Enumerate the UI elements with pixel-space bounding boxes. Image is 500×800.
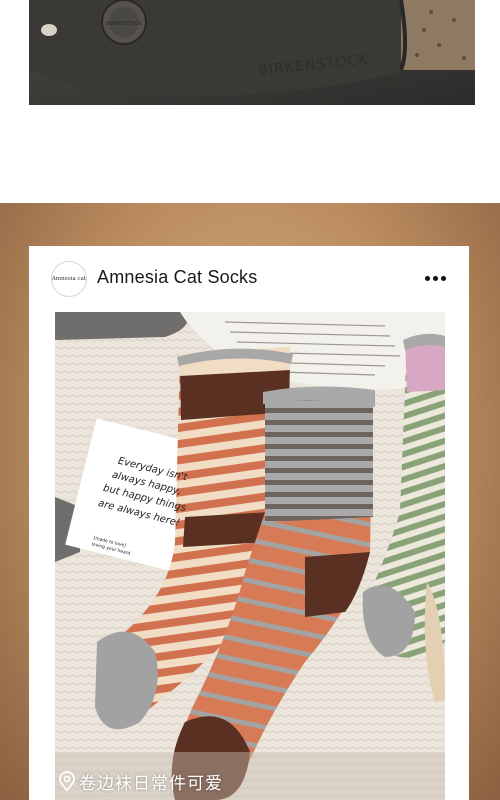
rivet-text: BIRKENSTOCK bbox=[106, 21, 142, 27]
striped-socks-photo bbox=[55, 312, 445, 800]
account-name[interactable]: Amnesia Cat Socks bbox=[97, 267, 257, 288]
avatar[interactable]: Amnesia cat bbox=[51, 261, 87, 297]
social-post-card: Amnesia cat Amnesia Cat Socks Everyday i… bbox=[29, 246, 469, 800]
more-options-button[interactable] bbox=[419, 268, 451, 288]
post-header: Amnesia cat Amnesia Cat Socks bbox=[29, 246, 469, 310]
post-photo[interactable]: Everyday isn't always happy, but happy t… bbox=[55, 312, 445, 800]
location-text: 卷边袜日常件可爱 bbox=[79, 773, 223, 794]
location-tag[interactable]: 卷边袜日常件可爱 bbox=[59, 766, 223, 796]
more-horizontal-icon-dot bbox=[440, 275, 446, 281]
more-horizontal-icon-dot bbox=[432, 275, 438, 281]
more-horizontal-icon bbox=[424, 275, 430, 281]
location-pin-icon bbox=[59, 771, 75, 791]
avatar-text: Amnesia cat bbox=[51, 276, 87, 282]
suede-shoe-illustration: BIRKENSTOCK BIRKENSTOCK bbox=[29, 0, 475, 105]
product-photo-top: BIRKENSTOCK BIRKENSTOCK bbox=[29, 0, 475, 105]
